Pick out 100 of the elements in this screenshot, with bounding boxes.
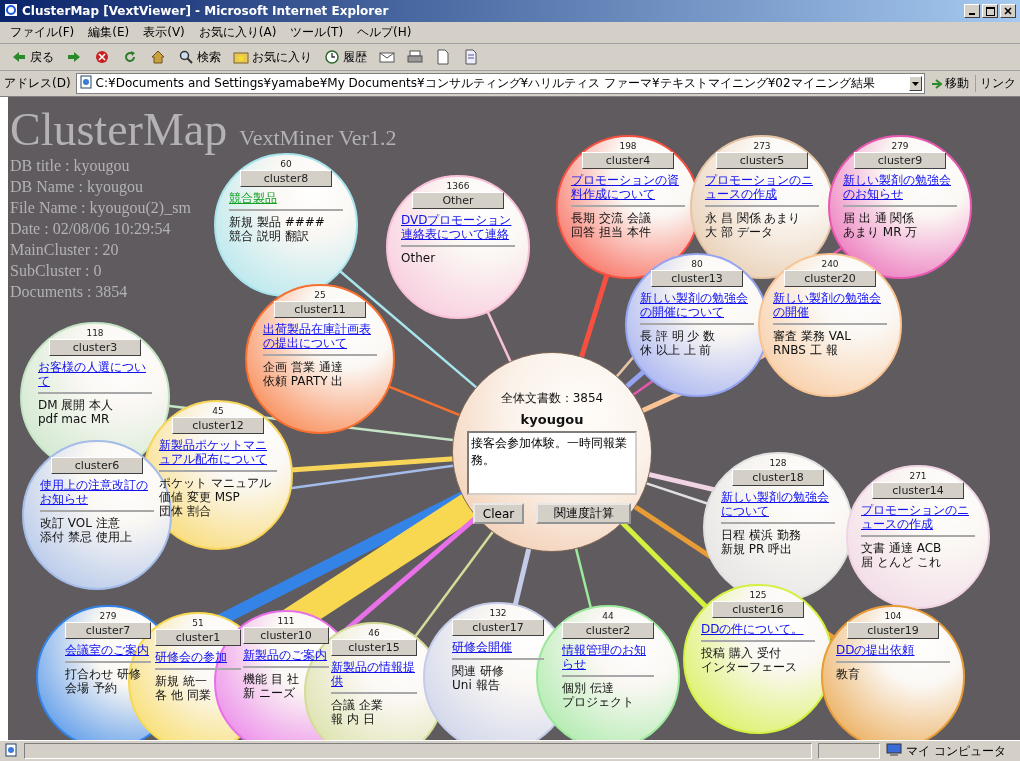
dropdown-button[interactable] <box>909 76 922 91</box>
keyword-text: 教育 <box>836 667 860 681</box>
document-link[interactable]: 研修会の参加 <box>155 650 241 664</box>
printer-icon <box>407 49 423 65</box>
cluster-button[interactable]: Other <box>412 192 504 209</box>
document-link[interactable]: 新しい製剤の勉強会の開催について <box>640 291 754 319</box>
document-link[interactable]: 新しい製剤の勉強会の開催 <box>773 291 887 319</box>
minimize-button[interactable] <box>964 4 980 18</box>
keyword-text: Other <box>401 251 436 265</box>
cluster-button[interactable]: cluster13 <box>651 270 743 287</box>
cluster-button[interactable]: cluster2 <box>562 622 654 639</box>
menu-item[interactable]: 編集(E) <box>88 24 130 41</box>
document-link[interactable]: プロモーションのニュースの作成 <box>705 173 819 201</box>
info-line: DB Name : kyougou <box>10 177 143 197</box>
document-link[interactable]: 新しい製剤の勉強会のお知らせ <box>843 173 957 201</box>
close-button[interactable] <box>1000 4 1016 18</box>
cluster-button[interactable]: cluster9 <box>854 152 946 169</box>
keyword-text: インターフェース <box>701 660 797 674</box>
address-text: C:¥Documents and Settings¥yamabe¥My Documents¥コンサルティング¥ハリルティス ファーマ¥テキストマイニング¥02マイニング結果 <box>95 75 876 92</box>
document-count: 271 <box>909 471 927 482</box>
document-link[interactable]: プロモーションのニュースの作成 <box>861 503 975 531</box>
document-count: 111 <box>277 616 295 627</box>
connector-line <box>486 310 513 364</box>
keyword-text: 添付 禁忌 使用上 <box>40 530 132 544</box>
cluster-button[interactable]: cluster3 <box>49 339 141 356</box>
keyword-text: 打合わせ 研修 <box>65 667 141 681</box>
cluster-button[interactable]: cluster18 <box>732 469 824 486</box>
clear-button[interactable]: Clear <box>472 503 525 524</box>
document-count: 125 <box>749 590 767 601</box>
cluster-button[interactable]: cluster12 <box>172 417 264 434</box>
document-link[interactable]: DDの件について。 <box>701 622 815 636</box>
cluster-button[interactable]: cluster20 <box>784 270 876 287</box>
cluster-button[interactable]: cluster17 <box>452 619 544 636</box>
arrow-left-icon <box>11 49 27 65</box>
document-link[interactable]: DVDプロモーション連絡表について連絡 <box>401 213 515 241</box>
cluster-button[interactable]: cluster4 <box>582 152 674 169</box>
keyword-text: 依頼 PARTY 出 <box>263 374 344 388</box>
document-link[interactable]: プロモーションの資料作成について <box>571 173 685 201</box>
document-link[interactable]: 使用上の注意改訂のお知らせ <box>40 478 154 506</box>
keyword-text: 機能 目 社 <box>243 672 299 686</box>
keyword-text: 改訂 VOL 注意 <box>40 516 120 530</box>
cluster-button[interactable]: cluster8 <box>240 170 332 187</box>
toolbar-button[interactable]: 履歴 <box>321 47 370 67</box>
map-subtitle: VextMiner Ver1.2 <box>239 125 397 151</box>
search-icon <box>178 49 194 65</box>
menu-item[interactable]: ヘルプ(H) <box>357 24 412 41</box>
document-link[interactable]: 新しい製剤の勉強会について <box>721 490 835 518</box>
cluster-button[interactable]: cluster1 <box>155 629 241 646</box>
document-count: 44 <box>602 611 614 622</box>
cluster-button[interactable]: cluster19 <box>847 622 939 639</box>
home-icon <box>150 49 166 65</box>
keyword-text: pdf mac MR <box>38 412 110 426</box>
keyword-text: あまり MR 万 <box>843 225 918 239</box>
close-icon <box>1004 7 1012 15</box>
keyword-text: 各 他 同業 <box>155 688 211 702</box>
cluster-button[interactable]: cluster16 <box>712 601 804 618</box>
keyword-text: 競合 説明 翻訳 <box>229 229 309 243</box>
menu-item[interactable]: お気に入り(A) <box>198 24 277 41</box>
menu-item[interactable]: 表示(V) <box>143 24 185 41</box>
info-line: Documents : 3854 <box>10 282 128 302</box>
query-field[interactable]: 接客会参加体験。一時同報業務。 <box>467 431 637 495</box>
links-label[interactable]: リンク <box>975 75 1016 92</box>
keyword-text: 回答 担当 本件 <box>571 225 651 239</box>
cluster-button[interactable]: cluster15 <box>331 639 417 656</box>
document-link[interactable]: 新製品ポケットマニュアル配布について <box>159 438 277 466</box>
document-link[interactable]: 新製品のご案内 <box>243 648 329 662</box>
cluster-button[interactable]: cluster6 <box>51 457 143 474</box>
document-count: 104 <box>884 611 902 622</box>
document-link[interactable]: 新製品の情報提供 <box>331 660 417 688</box>
document-link[interactable]: 出荷製品在庫計画表の提出について <box>263 322 377 350</box>
cluster-button[interactable]: cluster14 <box>872 482 964 499</box>
document-count: 240 <box>821 259 839 270</box>
maximize-button[interactable] <box>982 4 998 18</box>
menu-item[interactable]: ファイル(F) <box>10 24 75 41</box>
refresh-icon <box>122 49 138 65</box>
keyword-text: 合議 企業 <box>331 698 383 712</box>
document-link[interactable]: 会議室のご案内 <box>65 643 151 657</box>
document-icon <box>435 49 451 65</box>
toolbar-button[interactable]: 戻る <box>8 47 57 67</box>
document-link[interactable]: お客様の人選について <box>38 360 152 388</box>
address-field[interactable]: C:¥Documents and Settings¥yamabe¥My Documents¥コンサルティング¥ハリルティス ファーマ¥テキストマイニング¥02マイニング結果 <box>75 73 925 94</box>
arrow-right-icon <box>66 49 82 65</box>
keyword-text: 日程 横浜 勤務 <box>721 528 801 542</box>
arrow-right-icon <box>931 77 943 90</box>
calculate-button[interactable]: 関連度計算 <box>536 503 632 524</box>
document-link[interactable]: 情報管理のお知らせ <box>562 643 654 671</box>
info-line: File Name : kyougou(2)_sm <box>10 198 191 218</box>
cluster-button[interactable]: cluster5 <box>716 152 808 169</box>
cluster-button[interactable]: cluster10 <box>243 627 329 644</box>
toolbar-button[interactable]: 検索 <box>175 47 224 67</box>
cluster-button[interactable]: cluster7 <box>65 622 151 639</box>
toolbar-icon-button[interactable] <box>404 48 426 66</box>
info-line: DB title : kyougou <box>10 156 130 176</box>
cluster-button[interactable]: cluster11 <box>274 301 366 318</box>
keyword-text: 団体 割合 <box>159 504 211 518</box>
go-button[interactable]: 移動 <box>930 75 970 92</box>
toolbar-button[interactable]: お気に入り <box>230 47 315 67</box>
document-link[interactable]: 研修会開催 <box>452 640 544 654</box>
menu-item[interactable]: ツール(T) <box>290 24 344 41</box>
document-link[interactable]: DDの提出依頼 <box>836 643 950 657</box>
